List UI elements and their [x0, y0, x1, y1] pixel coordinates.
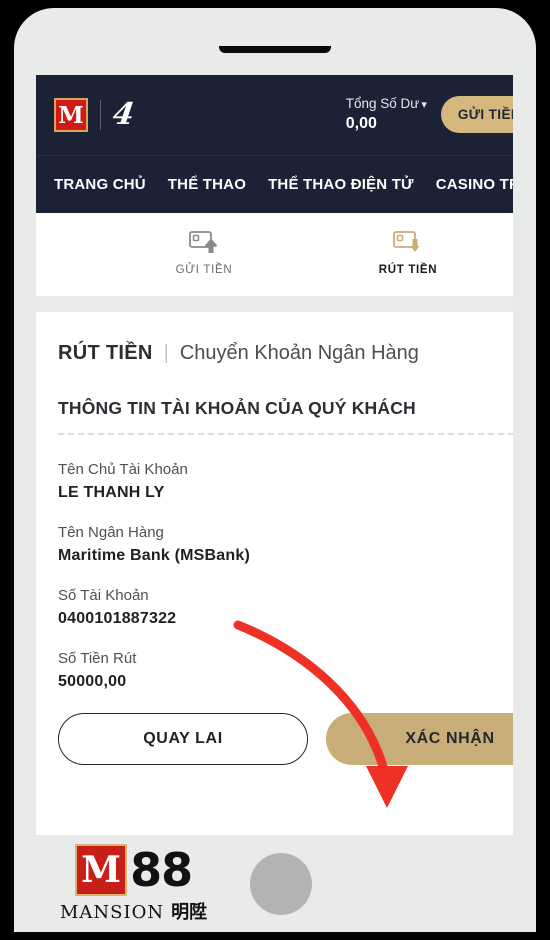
page-title-primary: RÚT TIỀN [58, 342, 153, 364]
nav-item-home[interactable]: TRANG CHỦ [54, 176, 146, 193]
logo-cjk-text: 明陞 [171, 901, 208, 923]
field-account-number: Số Tài Khoản 0400101887322 [58, 587, 513, 628]
logo-88-text: 88 [130, 842, 193, 897]
earpiece-speaker [219, 46, 331, 53]
nav-item-live-casino[interactable]: CASINO TRỰC T [436, 176, 513, 193]
total-balance-widget[interactable]: Tổng Số Dư ▾ 0,00 [346, 95, 427, 134]
partner-logo-icon: 4 [110, 97, 134, 132]
total-balance-label: Tổng Số Dư ▾ [346, 95, 427, 113]
header-right-group: Tổng Số Dư▾ 0,00 GỬI TIỀN [346, 95, 513, 134]
m88-emblem-icon: M [75, 843, 128, 896]
total-balance-label-text: Tổng Số Dư [345, 96, 420, 112]
confirm-button[interactable]: XÁC NHẬN [326, 713, 513, 765]
logo-sub-row: MANSION 明陞 [60, 898, 207, 924]
withdraw-card-down-arrow-icon [326, 227, 490, 257]
field-label: Số Tiền Rút [58, 650, 137, 667]
wallet-tab-bar: GỬI TIỀN RÚT TIỀN [36, 213, 513, 296]
logo-mansion-text: MANSION [60, 901, 165, 923]
total-balance-value: 0,00 [345, 114, 377, 132]
logo-divider [100, 100, 101, 130]
withdraw-form-card: RÚT TIỀN | Chuyển Khoản Ngân Hàng THÔNG … [36, 312, 513, 835]
logo-top-row: M 88 [75, 842, 193, 897]
field-label: Tên Ngân Hàng [58, 524, 164, 541]
dashed-divider [58, 433, 513, 435]
tab-deposit[interactable]: GỬI TIỀN [122, 227, 286, 276]
form-actions: QUAY LAI XÁC NHẬN [58, 713, 513, 765]
section-gap [36, 296, 513, 312]
tab-deposit-label: GỬI TIỀN [175, 264, 233, 276]
app-header: M 4 Tổng Số Dư▾ 0,00 GỬI TIỀN [36, 75, 513, 155]
nav-item-esports[interactable]: THỂ THAO ĐIỆN TỬ [268, 176, 414, 193]
field-value: LE THANH LY [58, 484, 165, 501]
m88-logo-icon: M [54, 98, 88, 132]
field-account-holder: Tên Chủ Tài Khoản LE THANH LY [58, 461, 513, 502]
section-title: THÔNG TIN TÀI KHOẢN CỦA QUÝ KHÁCH [58, 398, 416, 418]
brand-logo-group[interactable]: M 4 [54, 97, 134, 132]
deposit-button[interactable]: GỬI TIỀN [440, 96, 513, 134]
page-title-separator: | [163, 342, 169, 364]
tab-withdraw[interactable]: RÚT TIỀN [326, 227, 490, 276]
nav-item-sports[interactable]: THỂ THAO [168, 176, 246, 193]
page-title: RÚT TIỀN | Chuyển Khoản Ngân Hàng [58, 342, 513, 365]
page-title-secondary: Chuyển Khoản Ngân Hàng [179, 342, 419, 364]
home-button[interactable] [250, 852, 313, 915]
field-withdraw-amount: Số Tiền Rút 50000,00 [58, 650, 513, 691]
screenshot-stage: M 4 Tổng Số Dư▾ 0,00 GỬI TIỀN [0, 0, 550, 940]
tab-withdraw-label: RÚT TIỀN [378, 264, 438, 276]
field-value: Maritime Bank (MSBank) [58, 547, 250, 564]
field-value: 0400101887322 [58, 610, 177, 627]
deposit-card-up-arrow-icon [122, 227, 286, 257]
chevron-down-icon[interactable]: ▾ [421, 99, 427, 111]
main-navigation: TRANG CHỦ THỂ THAO THỂ THAO ĐIỆN TỬ CASI… [36, 155, 513, 213]
back-button[interactable]: QUAY LAI [58, 713, 308, 765]
m88-mansion-logo: M 88 MANSION 明陞 [60, 842, 207, 924]
field-bank-name: Tên Ngân Hàng Maritime Bank (MSBank) [58, 524, 513, 565]
field-label: Số Tài Khoản [58, 587, 149, 604]
field-value: 50000,00 [58, 673, 127, 690]
phone-bottom-bar: M 88 MANSION 明陞 [14, 835, 536, 932]
field-label: Tên Chủ Tài Khoản [58, 461, 188, 478]
app-screenshot-viewport: M 4 Tổng Số Dư▾ 0,00 GỬI TIỀN [36, 75, 513, 835]
